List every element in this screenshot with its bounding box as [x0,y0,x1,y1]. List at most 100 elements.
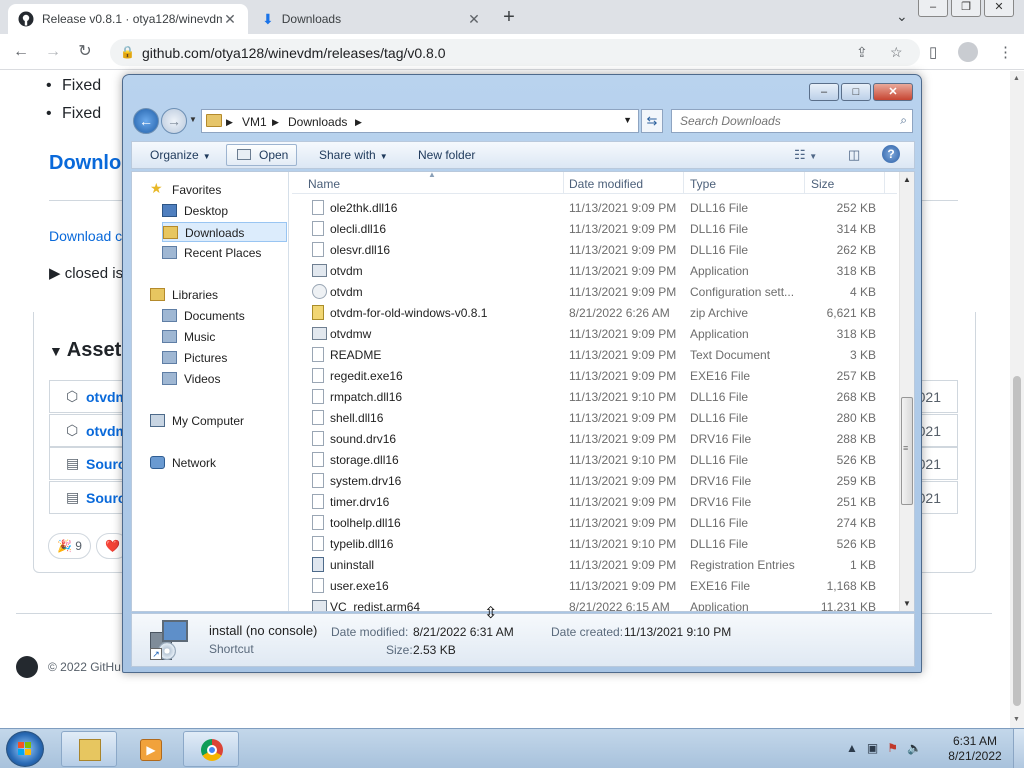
clock[interactable]: 6:31 AM 8/21/2022 [940,734,1010,764]
scroll-down-icon[interactable]: ▼ [1013,716,1020,723]
column-date-modified[interactable]: Date modified [563,172,684,194]
profile-avatar[interactable] [958,42,978,62]
nav-documents[interactable]: Documents [162,306,287,326]
maximize-button[interactable]: □ [841,83,871,101]
tab-search-chevron-icon[interactable]: ⌄ [896,8,908,25]
scrollbar-thumb[interactable] [1013,376,1021,706]
download-link[interactable]: Download c [49,228,122,244]
tab-downloads[interactable]: ⬇ Downloads ✕ [252,4,492,34]
scroll-down-icon[interactable]: ▼ [903,599,911,608]
close-icon[interactable]: ✕ [466,11,482,27]
nav-music[interactable]: Music [162,327,287,347]
file-row[interactable]: otvdm 11/13/2021 9:09 PM Application 318 KB [292,260,897,281]
file-row[interactable]: system.drv16 11/13/2021 9:09 PM DRV16 File… [292,470,897,491]
breadcrumb-separator-icon[interactable]: ▶ [355,117,362,128]
nav-videos[interactable]: Videos [162,369,287,389]
details-summary[interactable]: ▶ closed is [49,264,123,282]
address-bar[interactable]: 🔒 github.com/otya128/winevdm/releases/ta… [110,39,920,66]
breadcrumb-separator-icon[interactable]: ▶ [226,117,233,128]
minimize-button[interactable]: – [809,83,839,101]
taskbar-chrome[interactable] [183,731,239,767]
nav-downloads[interactable]: Downloads [162,222,287,242]
search-input[interactable] [672,110,887,132]
forward-button[interactable]: → [42,41,64,63]
restore-button[interactable]: ❐ [951,0,981,17]
address-breadcrumb[interactable]: ▶ VM1 ▶ Downloads ▶ ▼ [201,109,639,133]
search-box[interactable]: ⌕ [671,109,913,133]
breadcrumb-vm1[interactable]: VM1 [242,115,267,129]
file-row[interactable]: rmpatch.dll16 11/13/2021 9:10 PM DLL16 Fil… [292,386,897,407]
close-window-button[interactable]: ✕ [873,83,913,101]
open-button[interactable]: Open [226,144,298,166]
file-row[interactable]: typelib.dll16 11/13/2021 9:10 PM DLL16 Fil… [292,533,897,554]
file-row[interactable]: olecli.dll16 11/13/2021 9:09 PM DLL16 File… [292,218,897,239]
back-button[interactable]: ← [10,41,32,63]
file-row[interactable]: uninstall 11/13/2021 9:09 PM Registration … [292,554,897,575]
scroll-up-icon[interactable]: ▲ [903,175,911,184]
menu-kebab-icon[interactable]: ⋮ [998,43,1013,61]
close-window-button[interactable]: ✕ [984,0,1014,17]
file-row[interactable]: otvdm-for-old-windows-v0.8.1 8/21/2022 6:… [292,302,897,323]
close-icon[interactable]: ✕ [222,11,238,27]
nav-my-computer[interactable]: My Computer [150,411,287,431]
volume-icon[interactable]: 🔈 [907,741,922,755]
file-row[interactable]: sound.drv16 11/13/2021 9:09 PM DRV16 File 2… [292,428,897,449]
file-row[interactable]: user.exe16 11/13/2021 9:09 PM EXE16 File 1,… [292,575,897,596]
file-row[interactable]: olesvr.dll16 11/13/2021 9:09 PM DLL16 File… [292,239,897,260]
file-row[interactable]: storage.dll16 11/13/2021 9:10 PM DLL16 Fil… [292,449,897,470]
column-size[interactable]: Size [805,172,885,194]
nav-desktop[interactable]: Desktop [162,201,287,221]
file-row[interactable]: VC_redist.arm64 8/21/2022 6:15 AM Applicat… [292,596,897,611]
side-panel-icon[interactable]: ▯ [929,43,937,61]
file-row[interactable]: otvdm 11/13/2021 9:09 PM Configuration set… [292,281,897,302]
nav-pictures[interactable]: Pictures [162,348,287,368]
nav-recent-places[interactable]: Recent Places [162,243,287,263]
address-dropdown-icon[interactable]: ▼ [623,115,632,125]
reload-button[interactable]: ↻ [74,41,96,63]
recent-pages-chevron-icon[interactable]: ▼ [189,115,197,124]
new-tab-button[interactable]: + [498,6,520,28]
refresh-button[interactable]: ⇆ [641,109,663,133]
file-row[interactable]: regedit.exe16 11/13/2021 9:09 PM EXE16 Fil… [292,365,897,386]
nav-network[interactable]: Network [150,453,287,473]
start-button[interactable] [6,731,44,767]
github-logo-icon[interactable] [16,656,38,678]
assets-heading[interactable]: ▼ Assets [49,339,132,362]
file-row[interactable]: timer.drv16 11/13/2021 9:09 PM DRV16 File 2… [292,491,897,512]
file-row[interactable]: README 11/13/2021 9:09 PM Text Document 3 K… [292,344,897,365]
share-icon[interactable]: ⇪ [856,44,868,61]
preview-pane-icon[interactable]: ◫ [848,147,860,163]
open-label: Open [259,148,289,162]
tab-release[interactable]: Release v0.8.1 · otya128/winevdm ✕ [8,4,248,34]
organize-button[interactable]: Organize ▼ [150,148,211,162]
minimize-button[interactable]: – [918,0,948,17]
taskbar-explorer[interactable] [61,731,117,767]
page-scrollbar[interactable]: ▲ ▼ [1010,71,1024,728]
help-icon[interactable]: ? [882,145,900,163]
network-status-icon[interactable]: ▣ [867,741,878,755]
breadcrumb-separator-icon[interactable]: ▶ [272,117,279,128]
column-type[interactable]: Type [684,172,805,194]
nav-libraries[interactable]: Libraries [150,285,287,305]
file-row[interactable]: otvdmw 11/13/2021 9:09 PM Application 318 K… [292,323,897,344]
show-desktop-button[interactable] [1013,729,1024,768]
back-arrow-button[interactable]: ← [133,108,159,134]
scroll-up-icon[interactable]: ▲ [1013,75,1020,82]
details-pane: ↗ install (no console) Shortcut Date mod… [131,613,915,667]
action-center-flag-icon[interactable]: ⚑ [887,741,898,755]
show-hidden-icons-icon[interactable]: ▲ [846,741,858,755]
forward-arrow-button[interactable]: → [161,108,187,134]
share-with-button[interactable]: Share with ▼ [319,148,388,162]
new-folder-button[interactable]: New folder [418,148,475,162]
file-list-scrollbar[interactable]: ▲ ≡ ▼ [899,172,914,611]
breadcrumb-downloads[interactable]: Downloads [288,115,347,129]
file-row[interactable]: toolhelp.dll16 11/13/2021 9:09 PM DLL16 Fi… [292,512,897,533]
search-icon[interactable]: ⌕ [900,113,907,128]
nav-favorites[interactable]: ★ Favorites [150,180,287,200]
file-row[interactable]: ole2thk.dll16 11/13/2021 9:09 PM DLL16 Fil… [292,197,897,218]
file-row[interactable]: shell.dll16 11/13/2021 9:09 PM DLL16 File 2… [292,407,897,428]
bookmark-star-icon[interactable]: ☆ [890,44,903,61]
taskbar-media-player[interactable]: ▶ [122,731,178,767]
view-options-icon[interactable]: ☷ ▼ [794,147,817,163]
reaction-tada[interactable]: 🎉 9 [48,533,91,559]
